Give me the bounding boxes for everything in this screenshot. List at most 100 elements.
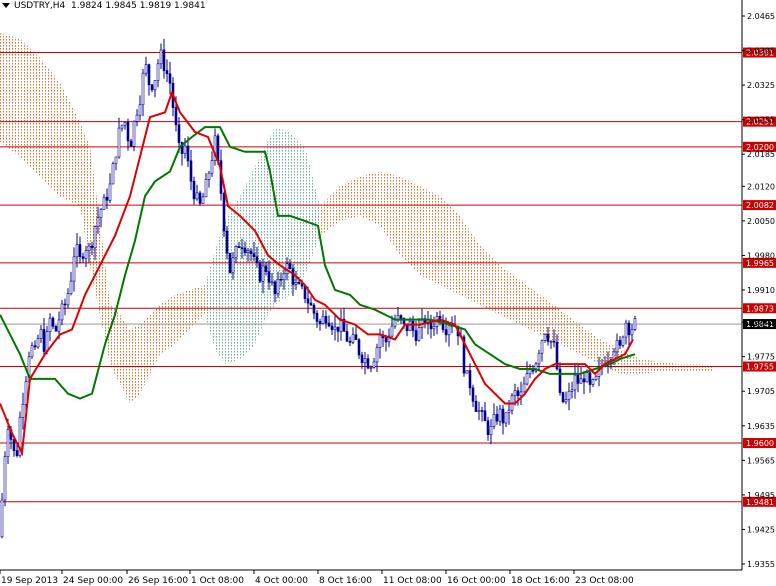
candle-body xyxy=(588,372,592,385)
candle-body xyxy=(159,49,163,65)
candle-body xyxy=(360,354,364,364)
y-tick-label: 1.9635 xyxy=(747,422,775,431)
candle-body xyxy=(576,374,580,384)
candle-body xyxy=(513,390,517,397)
candle-body xyxy=(153,80,157,91)
candle-body xyxy=(117,127,121,158)
candle-body xyxy=(108,183,112,201)
candle-body xyxy=(228,252,232,274)
candle-body xyxy=(15,450,19,456)
candle-body xyxy=(183,145,187,154)
candle-body xyxy=(57,319,61,332)
candle-body xyxy=(375,347,379,363)
candle-body xyxy=(414,330,418,341)
candle-body xyxy=(408,320,412,332)
candle-body xyxy=(351,334,355,343)
candle-body xyxy=(294,281,298,285)
candle-body xyxy=(123,122,127,126)
candle-body xyxy=(471,387,475,402)
candle-body xyxy=(147,64,151,86)
candle-body xyxy=(318,321,322,324)
candle-body xyxy=(399,315,403,319)
y-tick-label: 2.0465 xyxy=(747,12,775,21)
candle-body xyxy=(21,403,25,418)
candle-body xyxy=(621,336,625,346)
candle-body xyxy=(138,104,142,116)
candle-body xyxy=(168,73,172,84)
candle-body xyxy=(633,318,637,330)
candle-body xyxy=(273,281,277,294)
candle-body xyxy=(216,135,220,161)
candle-body xyxy=(72,256,76,282)
y-tick-label: 2.0325 xyxy=(747,81,775,90)
candle-body xyxy=(150,84,154,91)
candle-body xyxy=(258,262,262,282)
candle-body xyxy=(237,246,241,248)
candle-body xyxy=(114,156,118,164)
candle-body xyxy=(393,319,397,327)
candle-body xyxy=(90,245,94,249)
candle-body xyxy=(516,390,520,397)
candle-body xyxy=(282,273,286,280)
candle-body xyxy=(252,253,256,257)
candle-body xyxy=(306,298,310,304)
candle-body xyxy=(432,326,436,330)
candle-body xyxy=(192,180,196,200)
candle-body xyxy=(333,326,337,330)
candle-body xyxy=(288,263,292,269)
candle-body xyxy=(126,122,130,142)
candle-body xyxy=(321,315,325,324)
candle-body xyxy=(525,373,529,385)
candle-body xyxy=(3,456,7,501)
y-tick-label: 1.9775 xyxy=(747,353,775,362)
candle-body xyxy=(120,124,124,129)
candle-body xyxy=(135,114,139,122)
y-tick-label: 1.9705 xyxy=(747,387,775,396)
candle-body xyxy=(495,414,499,422)
candle-body xyxy=(102,196,106,210)
candle-body xyxy=(498,408,502,422)
candle-body xyxy=(144,64,148,74)
x-tick-label: 26 Sep 16:00 xyxy=(128,576,188,586)
bearish-cloud xyxy=(0,33,712,404)
candle-body xyxy=(78,244,82,258)
candle-body xyxy=(270,281,274,284)
candle-body xyxy=(255,256,259,263)
candle-body xyxy=(132,120,136,147)
candle-body xyxy=(210,160,214,174)
candle-body xyxy=(366,358,370,369)
y-tick-label: 2.0395 xyxy=(747,47,775,56)
candle-body xyxy=(624,322,628,338)
candle-body xyxy=(528,369,532,374)
y-tick-label: 2.0255 xyxy=(747,116,775,125)
candle-body xyxy=(225,230,229,254)
candle-body xyxy=(204,179,208,198)
candle-body xyxy=(378,334,382,348)
x-tick-label: 19 Sep 2013 xyxy=(1,576,58,586)
candle-body xyxy=(279,278,283,281)
candle-body xyxy=(345,331,349,342)
candle-body xyxy=(66,293,70,306)
candle-body xyxy=(234,246,238,259)
candle-body xyxy=(447,325,451,336)
x-tick-label: 8 Oct 16:00 xyxy=(319,576,372,586)
candle-body xyxy=(276,278,280,294)
candle-body xyxy=(384,337,388,343)
candle-body xyxy=(111,163,115,185)
y-tick-label: 2.0120 xyxy=(747,182,775,191)
price-axis: 2.0465 2.0395 2.0325 2.0255 2.0185 2.0120 2.00… xyxy=(0,0,775,571)
candle-body xyxy=(0,499,4,538)
y-tick-label: 1.9565 xyxy=(747,456,775,465)
candle-body xyxy=(564,399,568,403)
candle-body xyxy=(303,285,307,300)
candle-body xyxy=(330,325,334,330)
ichimoku-cloud xyxy=(0,33,712,404)
candle-body xyxy=(390,325,394,337)
candle-body xyxy=(465,370,469,374)
candle-body xyxy=(177,124,181,143)
candle-body xyxy=(189,160,193,182)
candle-body xyxy=(585,372,589,383)
candle-body xyxy=(483,410,487,422)
price-chart[interactable]: 2.03912.02512.02002.00821.99651.98731.97… xyxy=(0,0,776,586)
x-tick-label: 11 Oct 08:00 xyxy=(383,576,442,586)
